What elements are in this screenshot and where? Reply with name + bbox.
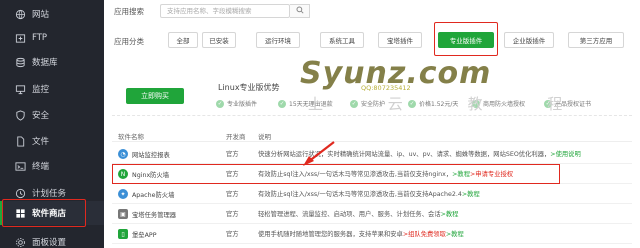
phone-app-icon: ▯ [118, 229, 128, 239]
sidebar-item-files[interactable]: 文件 [0, 129, 104, 153]
task-manager-icon: ▣ [118, 209, 128, 219]
sidebar-item-website[interactable]: 网站 [0, 2, 104, 26]
plugin-developer: 官方 [226, 151, 239, 158]
category-runtime[interactable]: 运行环境 [256, 32, 300, 48]
category-third-party[interactable]: 第三方应用 [568, 32, 624, 48]
terminal-icon [14, 160, 26, 172]
promo-feature: ✓ 专业版插件 [216, 99, 258, 108]
watermark-chinese: 上 云 教 程 [308, 95, 593, 113]
sidebar-item-label: 文件 [32, 137, 50, 147]
check-icon: ✓ [216, 99, 224, 108]
plugin-developer: 官方 [226, 211, 239, 218]
highlight-box-store [2, 199, 86, 227]
category-enterprise-plugins[interactable]: 企业版插件 [504, 32, 554, 48]
sidebar-item-ftp[interactable]: FTP [0, 26, 104, 50]
sidebar-item-terminal[interactable]: 终端 [0, 154, 104, 178]
shield-icon [14, 109, 26, 121]
plugin-doc-link[interactable]: >教程 [446, 231, 464, 238]
table-row[interactable]: ▣ 宝塔任务管理器 官方 轻松管理进程、流量监控、启动项、用户、服务、计划任务、会… [112, 204, 632, 224]
search-button[interactable] [290, 4, 310, 18]
check-icon: ✓ [278, 99, 286, 108]
sidebar-item-label: 终端 [32, 162, 50, 172]
sidebar-item-monitor[interactable]: 监控 [0, 77, 104, 101]
plugin-name: 网站监控报表 [132, 151, 170, 159]
column-header-description: 说明 [258, 133, 271, 141]
plugin-description: 轻松管理进程、流量监控、启动项、用户、服务、计划任务、会话 [258, 211, 441, 218]
watermark-qq: QQ:807235412 [361, 84, 411, 92]
search-label: 应用搜索 [114, 7, 144, 16]
sidebar-item-label: 面板设置 [32, 238, 67, 248]
main-panel: 应用搜索 支持应用名称、字段模糊搜索 应用分类 全部 已安装 运行环境 系统工具… [104, 0, 640, 248]
category-installed[interactable]: 已安装 [202, 32, 236, 48]
sidebar-item-label: 数据库 [32, 58, 58, 68]
database-icon [14, 56, 26, 68]
red-arrow-icon [303, 141, 335, 166]
category-bt-plugins[interactable]: 宝塔插件 [378, 32, 422, 48]
column-header-name: 软件名称 [118, 133, 144, 141]
plugin-doc-link[interactable]: >使用说明 [550, 151, 580, 158]
promo-title: Linux专业版优势 [218, 83, 280, 92]
plugin-description: 有效防止sql注入/xss/一句话木马等常见渗透攻击,当前仅支持Apache2.… [258, 191, 462, 198]
search-input[interactable]: 支持应用名称、字段模糊搜索 [160, 4, 290, 18]
plugin-doc-link[interactable]: >教程 [441, 211, 459, 218]
ftp-icon [14, 32, 26, 44]
file-icon [14, 135, 26, 147]
table-row[interactable]: ◔ 网站监控报表 官方 快速分析网站运行状况，实时精确统计网站流量、ip、uv、p… [112, 144, 632, 164]
globe-icon [14, 8, 26, 20]
table-row[interactable]: ▯ 堡垒APP 官方 使用手机随时随地管理您的服务器，支持苹果和安卓>组队免费领取… [112, 224, 632, 244]
sidebar-item-label: FTP [32, 33, 48, 43]
plugin-developer: 官方 [226, 191, 239, 198]
clock-icon [14, 187, 26, 199]
buy-now-button[interactable]: 立即购买 [126, 88, 184, 104]
free-claim-link[interactable]: >组队免费领取 [403, 231, 446, 238]
category-label: 应用分类 [114, 37, 144, 46]
plugin-developer: 官方 [226, 231, 239, 238]
plugin-description: 使用手机随时随地管理您的服务器，支持苹果和安卓 [258, 231, 403, 238]
category-system-tools[interactable]: 系统工具 [320, 32, 364, 48]
plugin-name: Apache防火墙 [132, 191, 175, 199]
search-icon [295, 6, 304, 16]
sidebar-item-database[interactable]: 数据库 [0, 50, 104, 74]
plugin-name: 宝塔任务管理器 [132, 211, 177, 219]
monitor-icon [14, 83, 26, 95]
sidebar-item-label: 计划任务 [32, 189, 67, 199]
plugin-doc-link[interactable]: >教程 [462, 191, 480, 198]
gear-icon [14, 236, 26, 248]
category-all[interactable]: 全部 [168, 32, 198, 48]
sidebar-item-label: 安全 [32, 111, 50, 121]
table-header: 软件名称 开发商 说明 [112, 128, 632, 142]
column-header-developer: 开发商 [226, 133, 246, 141]
table-row[interactable]: ✦ Apache防火墙 官方 有效防止sql注入/xss/一句话木马等常见渗透攻击… [112, 184, 632, 204]
feather-icon: ✦ [118, 189, 128, 199]
sidebar-item-label: 网站 [32, 10, 50, 20]
highlight-box-pro [434, 22, 498, 56]
sidebar-item-security[interactable]: 安全 [0, 103, 104, 127]
sidebar-item-label: 监控 [32, 85, 50, 95]
report-icon: ◔ [118, 149, 128, 159]
sidebar-item-settings[interactable]: 面板设置 [0, 230, 104, 248]
sidebar: 网站 FTP 数据库 监控 安全 文件 终端 计划任务 软件商店 面板设置 [0, 0, 104, 248]
plugin-name: 堡垒APP [132, 231, 157, 239]
